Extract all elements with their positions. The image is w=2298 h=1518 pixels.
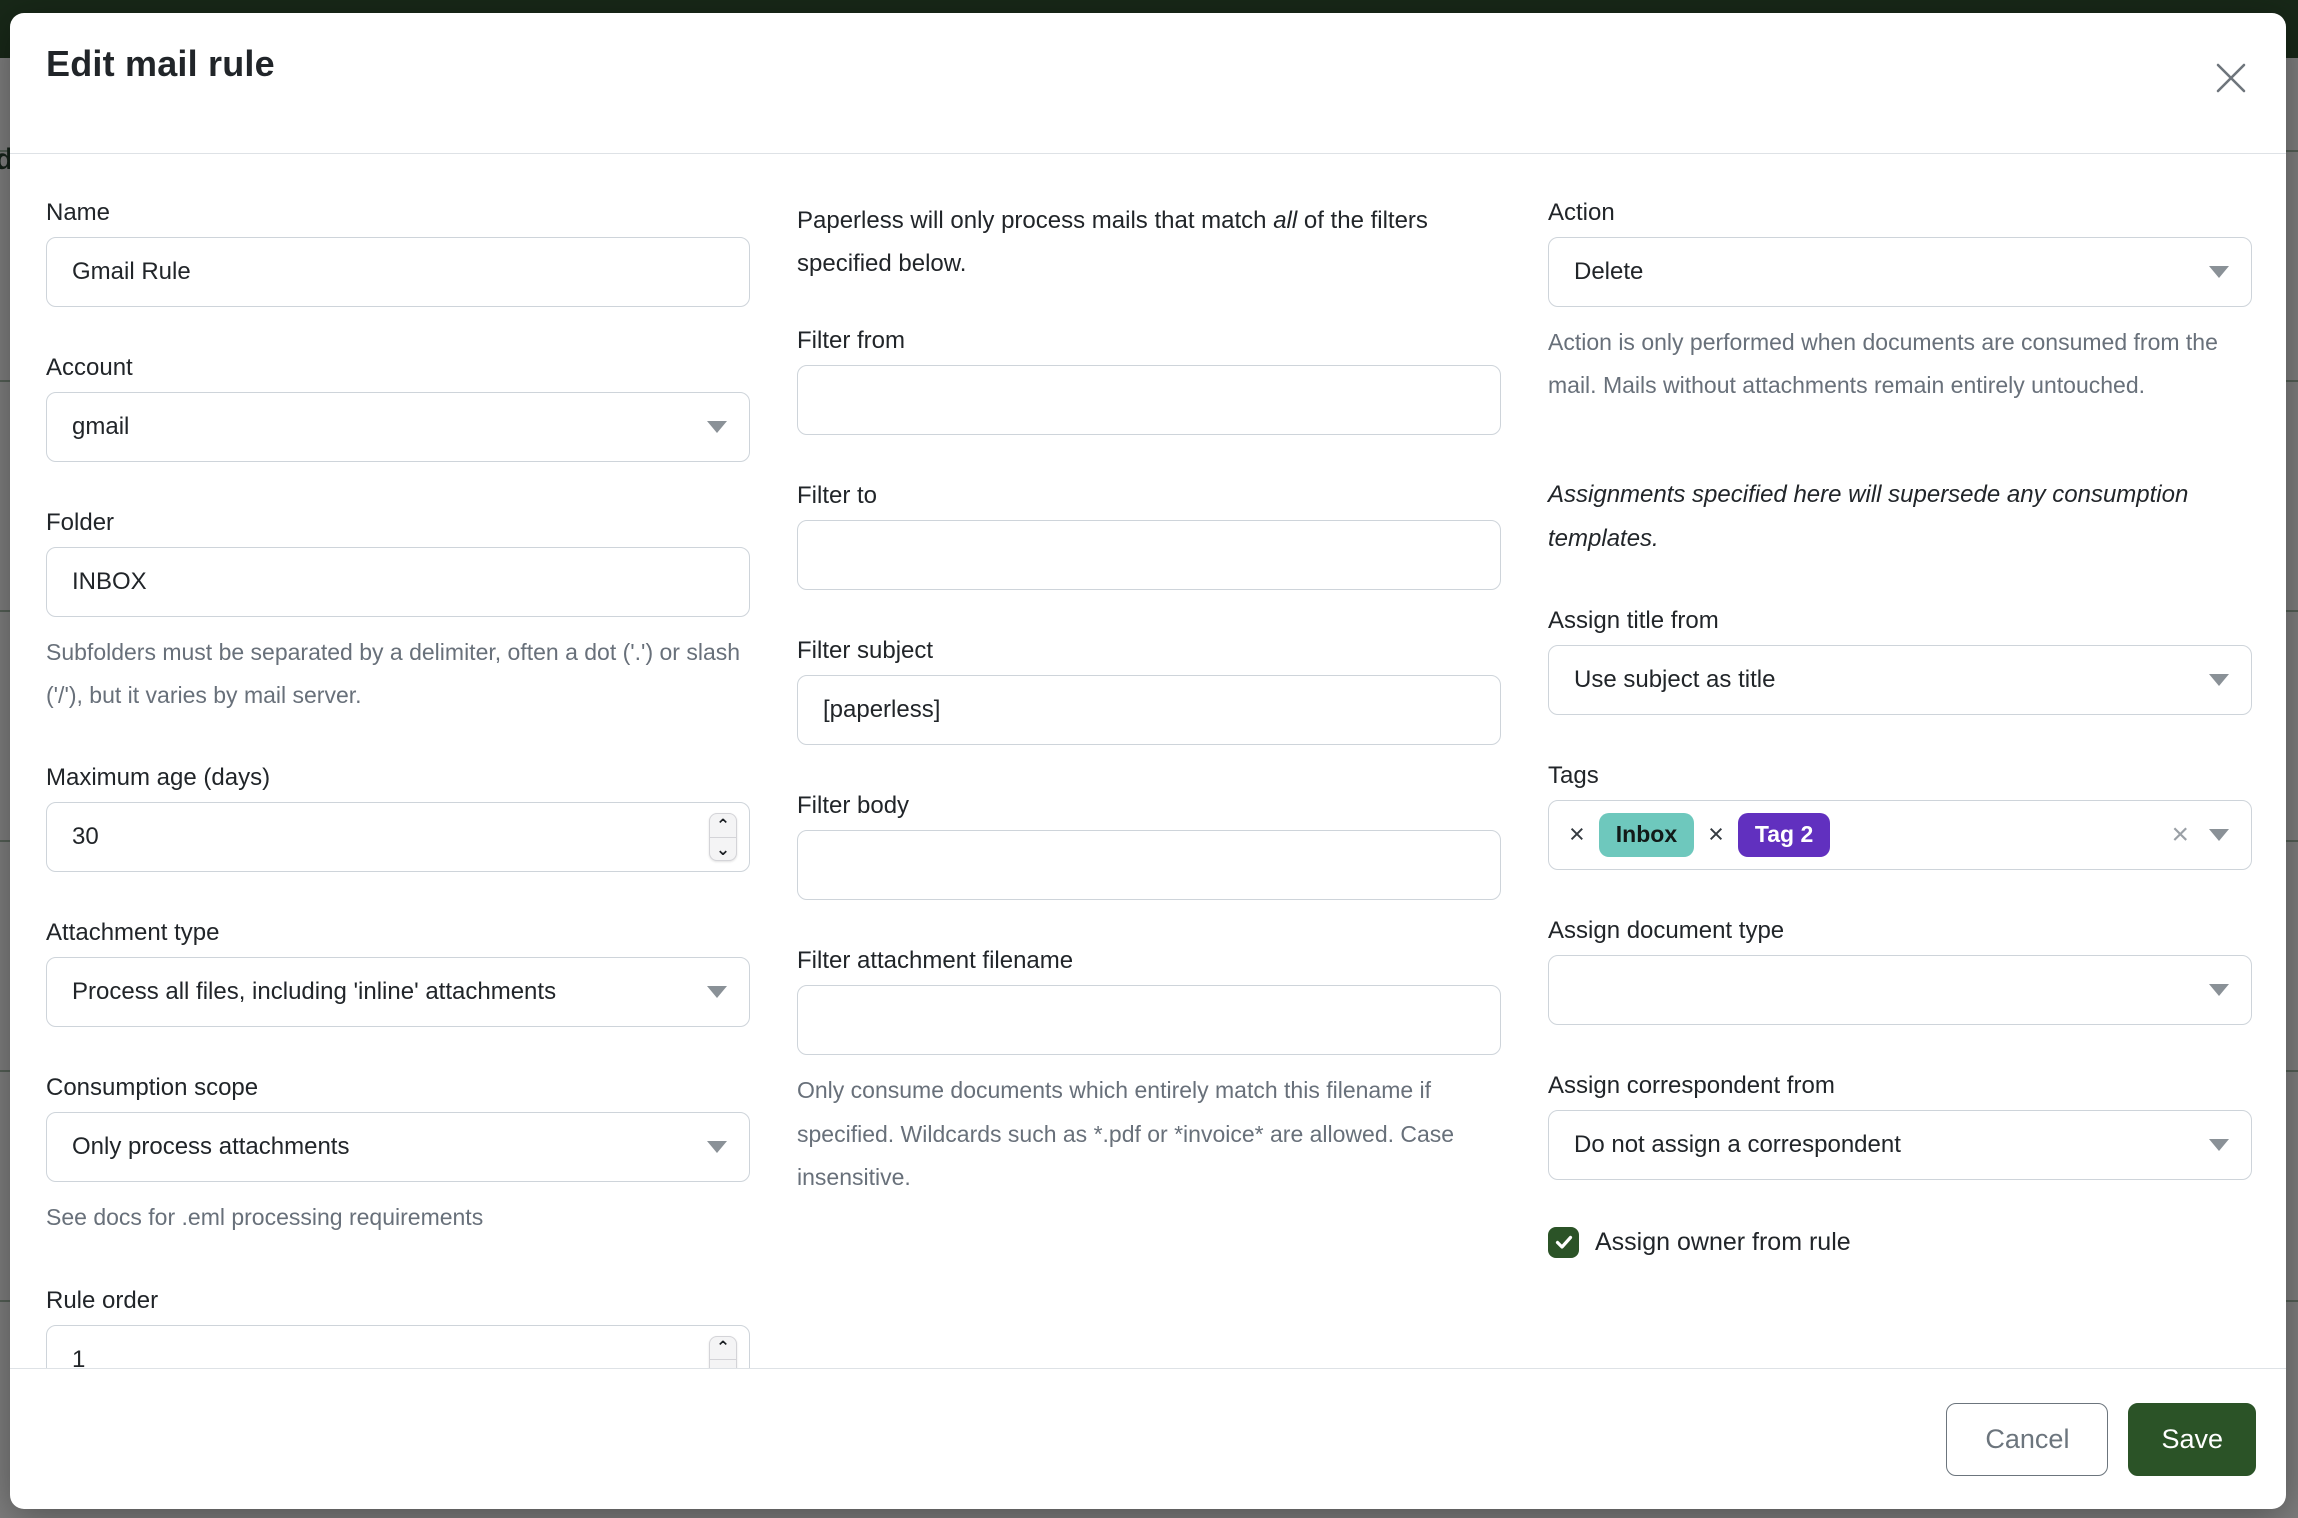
edit-mail-rule-dialog: Edit mail rule Name Account gmail xyxy=(10,13,2286,1509)
assign-title-label: Assign title from xyxy=(1548,607,2252,635)
owner-checkbox-label: Assign owner from rule xyxy=(1595,1228,1851,1257)
filter-filename-field xyxy=(797,985,1501,1055)
stepper-down-icon[interactable]: ⌄ xyxy=(710,1360,736,1368)
name-label: Name xyxy=(46,199,750,227)
filter-from-input[interactable] xyxy=(823,366,1488,434)
assignments-note: Assignments specified here will supersed… xyxy=(1548,473,2252,559)
filters-intro-emphasis: all xyxy=(1273,207,1297,234)
chevron-down-icon xyxy=(2209,674,2229,686)
stepper-down-icon[interactable]: ⌄ xyxy=(710,838,736,861)
chevron-down-icon xyxy=(707,421,727,433)
stepper-up-icon[interactable]: ⌃ xyxy=(710,814,736,838)
chevron-down-icon[interactable] xyxy=(2209,829,2229,841)
name-input[interactable] xyxy=(72,238,737,306)
folder-input[interactable] xyxy=(72,548,737,616)
column-general: Name Account gmail Folder Subfolders mus… xyxy=(46,199,750,1368)
column-actions: Action Delete Action is only performed w… xyxy=(1548,199,2252,1368)
filter-to-input[interactable] xyxy=(823,521,1488,589)
max-age-stepper[interactable]: ⌃⌄ xyxy=(709,813,737,861)
close-icon xyxy=(2214,61,2248,95)
action-value: Delete xyxy=(1574,258,1643,286)
filter-subject-input[interactable] xyxy=(823,676,1488,744)
chevron-down-icon xyxy=(2209,266,2229,278)
account-select[interactable]: gmail xyxy=(46,392,750,462)
tag-remove-icon[interactable]: × xyxy=(1565,821,1589,848)
filter-from-label: Filter from xyxy=(797,327,1501,355)
tag-chip-0: Inbox xyxy=(1599,813,1694,857)
filter-body-input[interactable] xyxy=(823,831,1488,899)
max-age-label: Maximum age (days) xyxy=(46,764,750,792)
filter-to-label: Filter to xyxy=(797,482,1501,510)
dialog-footer: Cancel Save xyxy=(10,1368,2286,1509)
attachment-type-label: Attachment type xyxy=(46,919,750,947)
filter-filename-help: Only consume documents which entirely ma… xyxy=(797,1069,1501,1199)
assign-title-select[interactable]: Use subject as title xyxy=(1548,645,2252,715)
assign-doctype-select[interactable] xyxy=(1548,955,2252,1025)
attachment-type-select[interactable]: Process all files, including 'inline' at… xyxy=(46,957,750,1027)
column-filters: Paperless will only process mails that m… xyxy=(797,199,1501,1368)
consumption-scope-help: See docs for .eml processing requirement… xyxy=(46,1196,750,1239)
name-field xyxy=(46,237,750,307)
rule-order-label: Rule order xyxy=(46,1287,750,1315)
account-label: Account xyxy=(46,354,750,382)
rule-order-input[interactable] xyxy=(72,1326,701,1368)
rule-order-field: ⌃⌄ xyxy=(46,1325,750,1368)
filters-intro: Paperless will only process mails that m… xyxy=(797,199,1501,285)
action-help: Action is only performed when documents … xyxy=(1548,321,2252,407)
chevron-down-icon xyxy=(2209,1139,2229,1151)
filter-filename-label: Filter attachment filename xyxy=(797,947,1501,975)
action-select[interactable]: Delete xyxy=(1548,237,2252,307)
assign-doctype-label: Assign document type xyxy=(1548,917,2252,945)
dialog-body: Name Account gmail Folder Subfolders mus… xyxy=(10,154,2286,1368)
assign-title-value: Use subject as title xyxy=(1574,666,1775,694)
folder-field xyxy=(46,547,750,617)
attachment-type-value: Process all files, including 'inline' at… xyxy=(72,978,556,1006)
max-age-input[interactable] xyxy=(72,803,701,871)
tags-label: Tags xyxy=(1548,762,2252,790)
consumption-scope-value: Only process attachments xyxy=(72,1133,349,1161)
assign-correspondent-select[interactable]: Do not assign a correspondent xyxy=(1548,1110,2252,1180)
max-age-field: ⌃⌄ xyxy=(46,802,750,872)
filter-from-field xyxy=(797,365,1501,435)
cancel-button[interactable]: Cancel xyxy=(1946,1403,2108,1476)
save-button[interactable]: Save xyxy=(2128,1403,2256,1476)
filter-filename-input[interactable] xyxy=(823,986,1488,1054)
dialog-title: Edit mail rule xyxy=(46,43,275,85)
filter-subject-label: Filter subject xyxy=(797,637,1501,665)
chevron-down-icon xyxy=(707,1141,727,1153)
filter-to-field xyxy=(797,520,1501,590)
rule-order-stepper[interactable]: ⌃⌄ xyxy=(709,1336,737,1368)
chevron-down-icon xyxy=(2209,984,2229,996)
assign-correspondent-label: Assign correspondent from xyxy=(1548,1072,2252,1100)
stepper-up-icon[interactable]: ⌃ xyxy=(710,1337,736,1361)
owner-checkbox[interactable] xyxy=(1548,1227,1579,1258)
folder-label: Folder xyxy=(46,509,750,537)
checkmark-icon xyxy=(1554,1232,1574,1252)
account-value: gmail xyxy=(72,413,129,441)
tag-remove-icon[interactable]: × xyxy=(1704,821,1728,848)
folder-help: Subfolders must be separated by a delimi… xyxy=(46,631,750,717)
close-button[interactable] xyxy=(2206,53,2256,103)
consumption-scope-select[interactable]: Only process attachments xyxy=(46,1112,750,1182)
filter-body-label: Filter body xyxy=(797,792,1501,820)
filter-body-field xyxy=(797,830,1501,900)
consumption-scope-label: Consumption scope xyxy=(46,1074,750,1102)
tags-clear-icon[interactable]: × xyxy=(2171,820,2189,850)
action-label: Action xyxy=(1548,199,2252,227)
assign-correspondent-value: Do not assign a correspondent xyxy=(1574,1131,1901,1159)
chevron-down-icon xyxy=(707,986,727,998)
dialog-header: Edit mail rule xyxy=(10,13,2286,154)
filter-subject-field xyxy=(797,675,1501,745)
tag-chip-1: Tag 2 xyxy=(1738,813,1830,857)
tags-multiselect[interactable]: × Inbox × Tag 2 × xyxy=(1548,800,2252,870)
